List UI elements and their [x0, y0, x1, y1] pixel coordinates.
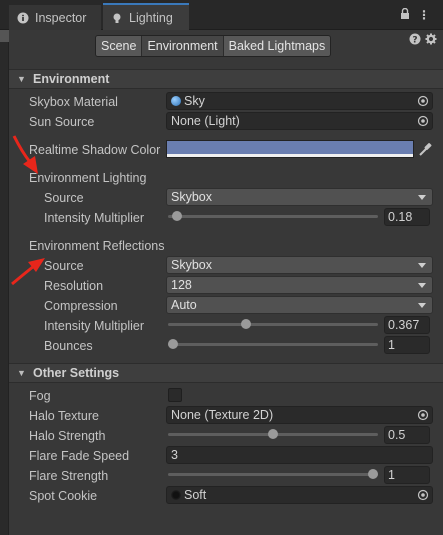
dropdown-arrow-icon	[418, 283, 426, 288]
halo-texture-value: None (Texture 2D)	[171, 408, 274, 422]
flare-fade-speed-field[interactable]: 3	[166, 446, 433, 464]
fog-checkbox[interactable]	[168, 388, 182, 402]
help-icon[interactable]: ?	[409, 33, 421, 48]
fog-label: Fog	[29, 389, 51, 403]
reflection-source-value: Skybox	[171, 258, 212, 272]
reflection-compression-dropdown[interactable]: Auto	[166, 296, 433, 314]
realtime-shadow-color-field[interactable]	[166, 140, 414, 158]
spot-cookie-field[interactable]: Soft	[166, 486, 433, 504]
skybox-material-value: Sky	[184, 94, 205, 108]
reflection-source-dropdown[interactable]: Skybox	[166, 256, 433, 274]
object-picker-icon[interactable]	[417, 489, 429, 501]
dropdown-arrow-icon	[418, 263, 426, 268]
bulb-icon	[111, 12, 123, 24]
lighting-intensity-slider-track[interactable]	[168, 215, 378, 218]
flare-strength-value: 1	[388, 468, 395, 482]
lighting-source-dropdown[interactable]: Skybox	[166, 188, 433, 206]
skybox-material-label: Skybox Material	[29, 95, 118, 109]
environment-section-header[interactable]: ▼ Environment	[9, 69, 443, 89]
environment-section-title: Environment	[33, 72, 110, 86]
info-icon	[17, 12, 29, 24]
tab-lighting-label: Lighting	[129, 10, 173, 25]
more-menu-icon[interactable]: ⋮	[418, 8, 430, 22]
tab-inspector[interactable]: Inspector	[9, 5, 101, 30]
flare-strength-slider-thumb[interactable]	[368, 469, 378, 479]
halo-texture-field[interactable]: None (Texture 2D)	[166, 406, 433, 424]
reflection-bounces-slider-track[interactable]	[168, 343, 378, 346]
environment-reflections-label: Environment Reflections	[29, 239, 165, 253]
lighting-intensity-value: 0.18	[388, 210, 413, 224]
flare-fade-speed-label: Flare Fade Speed	[29, 449, 130, 463]
sun-source-label: Sun Source	[29, 115, 95, 129]
reflection-compression-label: Compression	[44, 299, 118, 313]
reflection-resolution-label: Resolution	[44, 279, 104, 293]
lighting-intensity-slider-thumb[interactable]	[172, 211, 182, 221]
lighting-intensity-field[interactable]: 0.18	[384, 208, 430, 226]
spot-cookie-label: Spot Cookie	[29, 489, 98, 503]
skybox-material-field[interactable]: Sky	[166, 92, 433, 110]
reflection-compression-value: Auto	[171, 298, 197, 312]
spot-cookie-value: Soft	[184, 488, 207, 502]
lighting-source-value: Skybox	[171, 190, 212, 204]
halo-texture-label: Halo Texture	[29, 409, 99, 423]
reflection-source-label: Source	[44, 259, 84, 273]
tab-lighting[interactable]: Lighting	[103, 3, 189, 30]
baked-lightmaps-button[interactable]: Baked Lightmaps	[223, 36, 331, 56]
flare-strength-field[interactable]: 1	[384, 466, 430, 484]
settings-gear-icon[interactable]	[425, 33, 437, 48]
environment-lighting-label: Environment Lighting	[29, 171, 147, 185]
color-swatch	[167, 141, 413, 154]
reflection-resolution-value: 128	[171, 278, 192, 292]
annotation-arrow-icon	[12, 135, 38, 174]
panel-header-icons: ?	[409, 33, 437, 48]
other-settings-section-header[interactable]: ▼ Other Settings	[9, 363, 443, 383]
halo-strength-slider-thumb[interactable]	[268, 429, 278, 439]
tab-inspector-label: Inspector	[35, 10, 87, 25]
scene-button[interactable]: Scene	[96, 36, 143, 56]
object-picker-icon[interactable]	[417, 409, 429, 421]
flare-strength-slider-track[interactable]	[168, 473, 378, 476]
foldout-expanded-icon: ▼	[17, 74, 26, 84]
reflection-resolution-dropdown[interactable]: 128	[166, 276, 433, 294]
dropdown-arrow-icon	[418, 303, 426, 308]
sun-source-field[interactable]: None (Light)	[166, 112, 433, 130]
object-picker-icon[interactable]	[417, 95, 429, 107]
reflection-bounces-slider-thumb[interactable]	[168, 339, 178, 349]
halo-strength-field[interactable]: 0.5	[384, 426, 430, 444]
reflection-intensity-value: 0.367	[388, 318, 420, 332]
flare-strength-label: Flare Strength	[29, 469, 109, 483]
other-settings-section-title: Other Settings	[33, 366, 120, 380]
eyedropper-icon[interactable]	[417, 140, 433, 158]
left-panel-scroll-tip	[0, 30, 9, 42]
object-picker-icon[interactable]	[417, 115, 429, 127]
reflection-bounces-field[interactable]: 1	[384, 336, 430, 354]
dropdown-arrow-icon	[418, 195, 426, 200]
flare-fade-speed-value: 3	[171, 448, 178, 462]
texture-icon	[171, 490, 181, 500]
window-tab-bar: Inspector Lighting ⋮	[0, 0, 443, 30]
foldout-expanded-icon: ▼	[17, 368, 26, 378]
halo-strength-label: Halo Strength	[29, 429, 106, 443]
lighting-intensity-label: Intensity Multiplier	[44, 211, 145, 225]
lighting-source-label: Source	[44, 191, 84, 205]
alpha-bar	[167, 154, 413, 157]
sun-source-value: None (Light)	[171, 114, 240, 128]
reflection-bounces-label: Bounces	[44, 339, 93, 353]
annotation-arrow-icon	[11, 258, 45, 286]
reflection-intensity-field[interactable]: 0.367	[384, 316, 430, 334]
lighting-mode-toolbar: Scene Environment Baked Lightmaps	[95, 35, 332, 57]
environment-button[interactable]: Environment	[142, 36, 224, 56]
material-icon	[171, 96, 181, 106]
halo-strength-value: 0.5	[388, 428, 406, 442]
lock-icon[interactable]	[400, 7, 410, 23]
reflection-bounces-value: 1	[388, 338, 395, 352]
realtime-shadow-color-label: Realtime Shadow Color	[29, 143, 161, 157]
reflection-intensity-label: Intensity Multiplier	[44, 319, 145, 333]
svg-text:?: ?	[412, 35, 417, 45]
reflection-intensity-slider-track[interactable]	[168, 323, 378, 326]
